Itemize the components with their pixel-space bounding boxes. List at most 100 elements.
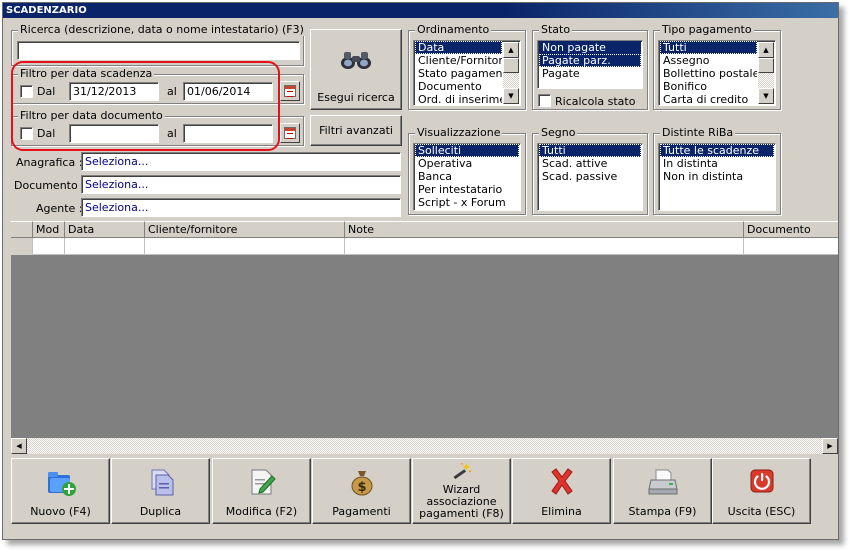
documento-field[interactable]: Seleziona... xyxy=(81,175,401,194)
list-item[interactable]: Operativa xyxy=(415,157,519,170)
nuovo-label: Nuovo (F4) xyxy=(30,505,91,518)
anagrafica-label: Anagrafica : xyxy=(16,156,83,169)
grid-header-note[interactable]: Note xyxy=(345,221,744,238)
list-item[interactable]: Data xyxy=(415,41,502,54)
scadenza-calendar-button[interactable] xyxy=(280,81,300,101)
grid-cell[interactable] xyxy=(345,238,744,255)
documento-calendar-button[interactable] xyxy=(280,123,300,143)
list-item[interactable]: Ord. di inserimento xyxy=(415,93,502,105)
scadenzario-window: SCADENZARIO Ricerca (descrizione, data o… xyxy=(2,2,839,540)
segno-list[interactable]: Tutti Scad. attive Scad. passive xyxy=(537,143,643,211)
list-item[interactable]: Documento xyxy=(415,80,502,93)
agente-field[interactable]: Seleziona... xyxy=(81,198,401,217)
grid-header-selector[interactable] xyxy=(11,221,33,238)
uscita-button[interactable]: Uscita (ESC) xyxy=(712,458,811,524)
ricalcola-stato-checkbox[interactable] xyxy=(538,94,551,107)
grid-header-data[interactable]: Data xyxy=(65,221,145,238)
filtri-avanzati-button[interactable]: Filtri avanzati xyxy=(310,115,402,146)
scroll-right-icon[interactable]: ▶ xyxy=(822,438,838,454)
scroll-thumb[interactable] xyxy=(758,58,774,73)
visualizzazione-list[interactable]: Solleciti Operativa Banca Per intestatar… xyxy=(413,143,521,211)
wizard-associazione-button[interactable]: Wizard associazione pagamenti (F8) xyxy=(412,458,511,524)
grid-cell[interactable] xyxy=(65,238,145,255)
scroll-down-icon[interactable]: ▼ xyxy=(758,88,774,104)
scroll-left-icon[interactable]: ◀ xyxy=(11,438,27,454)
uscita-label: Uscita (ESC) xyxy=(727,505,796,518)
calendar-icon xyxy=(284,127,296,139)
grid-cell[interactable] xyxy=(744,238,838,255)
documento-dal-label: Dal xyxy=(37,127,56,140)
svg-text:$: $ xyxy=(357,480,366,495)
search-input[interactable] xyxy=(17,41,300,60)
grid-horizontal-scrollbar[interactable]: ◀ ▶ xyxy=(11,438,838,454)
stato-group: Stato Non pagate Pagate parz. Pagate Ric… xyxy=(532,24,648,110)
grid-header-documento[interactable]: Documento xyxy=(744,221,838,238)
list-item[interactable]: Pagate parz. xyxy=(539,54,641,67)
ordinamento-group: Ordinamento Data Cliente/Fornitore Stato… xyxy=(408,24,526,110)
scadenza-dal-checkbox[interactable] xyxy=(20,85,33,98)
list-item[interactable]: Scad. passive xyxy=(539,170,641,183)
ricalcola-stato-label: Ricalcola stato xyxy=(555,95,636,108)
anagrafica-field[interactable]: Seleziona... xyxy=(81,152,401,171)
nuovo-button[interactable]: Nuovo (F4) xyxy=(11,458,110,524)
printer-icon xyxy=(647,469,678,495)
grid-header-mod[interactable]: Mod xyxy=(33,221,65,238)
pagamenti-button[interactable]: $ Pagamenti xyxy=(312,458,411,524)
stato-list[interactable]: Non pagate Pagate parz. Pagate xyxy=(537,40,643,89)
scroll-up-icon[interactable]: ▲ xyxy=(503,42,519,58)
modifica-button[interactable]: Modifica (F2) xyxy=(212,458,311,524)
scadenza-from-input[interactable]: 31/12/2013 xyxy=(69,82,159,101)
grid-header: Mod Data Cliente/fornitore Note Document… xyxy=(11,221,838,238)
list-item[interactable]: Script - x Forum xyxy=(415,196,519,209)
list-item[interactable]: Per intestatario xyxy=(415,183,519,196)
list-item[interactable]: Scad. attive xyxy=(539,157,641,170)
documento-filter-legend: Filtro per data documento xyxy=(18,109,165,122)
visualizzazione-group: Visualizzazione Solleciti Operativa Banc… xyxy=(408,127,526,215)
list-item[interactable]: Stato pagamento xyxy=(415,67,502,80)
documento-dal-checkbox[interactable] xyxy=(20,127,33,140)
scroll-down-icon[interactable]: ▼ xyxy=(503,88,519,104)
tipo-pagamento-list[interactable]: Tutti Assegno Bollettino postale Bonific… xyxy=(658,40,776,106)
grid-cell[interactable] xyxy=(145,238,345,255)
esegui-ricerca-button[interactable]: Esegui ricerca xyxy=(310,29,402,110)
grid-body[interactable] xyxy=(11,255,838,438)
list-item[interactable]: In distinta xyxy=(660,157,774,170)
agente-label: Agente : xyxy=(36,202,83,215)
grid-cell[interactable] xyxy=(11,238,33,255)
list-item[interactable]: Pagate xyxy=(539,67,641,80)
elimina-label: Elimina xyxy=(541,505,582,518)
list-item[interactable]: Tutte le scadenze xyxy=(660,144,774,157)
scadenza-dal-label: Dal xyxy=(37,85,56,98)
list-item[interactable]: Assegno xyxy=(660,54,757,67)
grid-cell[interactable] xyxy=(33,238,65,255)
ordinamento-list[interactable]: Data Cliente/Fornitore Stato pagamento D… xyxy=(413,40,521,106)
duplica-label: Duplica xyxy=(139,505,182,518)
documento-to-input[interactable] xyxy=(183,124,273,143)
list-item[interactable]: Bonifico xyxy=(660,80,757,93)
list-item[interactable]: Non pagate xyxy=(539,41,641,54)
documento-from-input[interactable] xyxy=(69,124,159,143)
search-group: Ricerca (descrizione, data o nome intest… xyxy=(11,24,306,66)
scroll-thumb[interactable] xyxy=(503,58,519,73)
grid-header-cliente-fornitore[interactable]: Cliente/fornitore xyxy=(145,221,345,238)
scroll-up-icon[interactable]: ▲ xyxy=(758,42,774,58)
list-item[interactable]: Carta di credito xyxy=(660,93,757,105)
stampa-button[interactable]: Stampa (F9) xyxy=(613,458,712,524)
stato-legend: Stato xyxy=(539,23,573,36)
table-row[interactable] xyxy=(11,238,838,255)
list-item[interactable]: Banca xyxy=(415,170,519,183)
duplica-button[interactable]: Duplica xyxy=(111,458,210,524)
delete-x-icon xyxy=(550,468,573,495)
list-item[interactable]: Non in distinta xyxy=(660,170,774,183)
scadenza-filter-group: Filtro per data scadenza Dal 31/12/2013 … xyxy=(11,68,304,104)
list-item[interactable]: Solleciti xyxy=(415,144,519,157)
list-item[interactable]: Tutti xyxy=(539,144,641,157)
list-item[interactable]: Tutti xyxy=(660,41,757,54)
distinte-riba-list[interactable]: Tutte le scadenze In distinta Non in dis… xyxy=(658,143,776,211)
list-item[interactable]: Cliente/Fornitore xyxy=(415,54,502,67)
scadenza-to-input[interactable]: 01/06/2014 xyxy=(183,82,273,101)
ordinamento-scrollbar[interactable]: ▲ ▼ xyxy=(503,42,519,104)
tipo-pagamento-scrollbar[interactable]: ▲ ▼ xyxy=(758,42,774,104)
list-item[interactable]: Bollettino postale xyxy=(660,67,757,80)
elimina-button[interactable]: Elimina xyxy=(512,458,611,524)
